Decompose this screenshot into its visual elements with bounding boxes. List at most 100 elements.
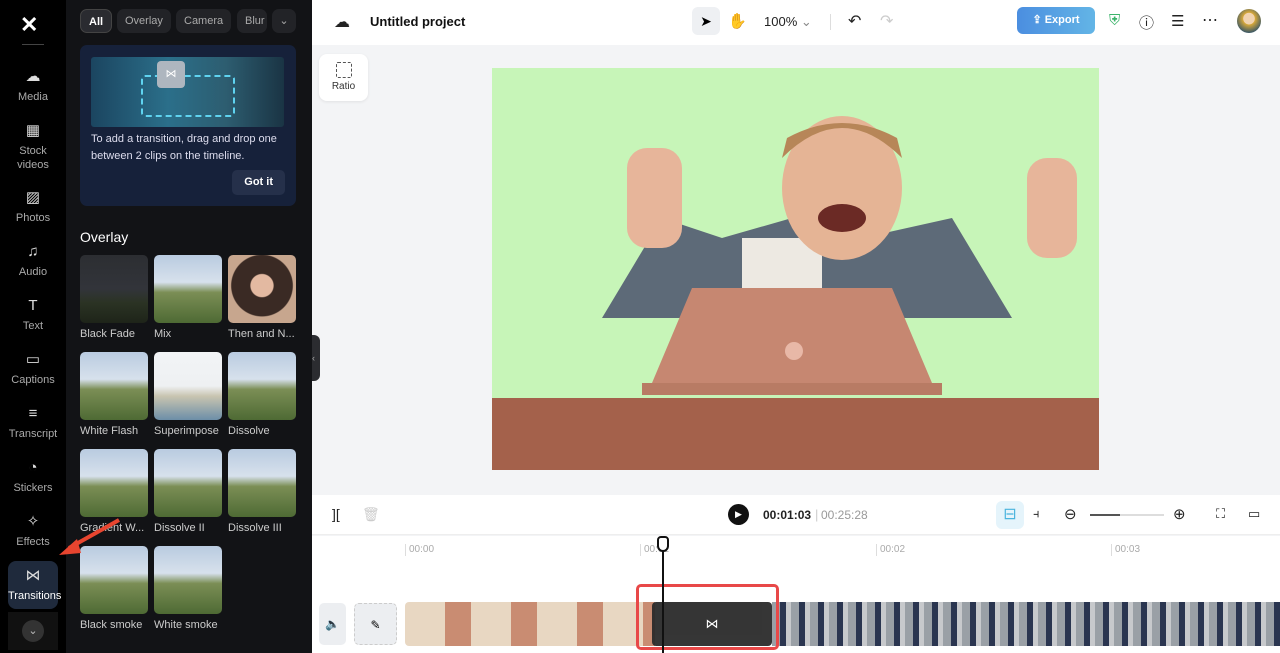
rail-label: Stickers: [13, 482, 53, 494]
cloud-upload-icon: ☁: [25, 68, 41, 85]
text-icon: T: [28, 297, 38, 314]
playhead[interactable]: [662, 538, 664, 653]
chevron-down-icon: ⌄: [279, 15, 289, 27]
rail-label: Stock videos: [17, 145, 49, 171]
rail-item-photos[interactable]: ▨ Photos: [0, 190, 66, 225]
undo-icon[interactable]: ↶: [848, 11, 861, 31]
split-icon[interactable]: ][: [332, 506, 340, 522]
layers-icon[interactable]: ☰: [1171, 12, 1184, 30]
rail-item-stickers[interactable]: ◔ Stickers: [0, 459, 66, 495]
help-icon[interactable]: ⓘ: [1139, 12, 1154, 33]
got-it-button[interactable]: Got it: [232, 170, 285, 195]
chip-camera[interactable]: Camera: [176, 9, 232, 33]
magnet-icon: ⊟: [1003, 506, 1017, 523]
transition-thumbnail: [154, 546, 222, 614]
transition-tile[interactable]: Black Fade: [80, 255, 148, 340]
transition-tile[interactable]: Then and N...: [228, 255, 296, 340]
tick-label: 00:02: [876, 544, 905, 556]
zoom-out-icon[interactable]: ⊖: [1064, 505, 1077, 523]
export-button[interactable]: ⇪ Export: [1017, 7, 1095, 34]
transition-label: White smoke: [154, 619, 218, 631]
cover-edit-button[interactable]: ✎: [354, 603, 397, 645]
transition-thumbnail: [80, 449, 148, 517]
upload-icon: ⇪: [1032, 14, 1042, 26]
transition-tile[interactable]: Mix: [154, 255, 222, 340]
volume-icon: 🔈: [325, 617, 340, 631]
red-arrow-annotation: [59, 518, 120, 555]
highlight-box: [636, 584, 779, 650]
top-bar: ☁ Untitled project ➤ ✋ 100% ⌄ ↶ ↷ ⇪ Expo…: [312, 0, 1280, 45]
rail-item-transcript[interactable]: ≡ Transcript: [0, 406, 66, 441]
more-icon[interactable]: ⋯: [1202, 10, 1218, 30]
chip-blur[interactable]: Blur: [237, 9, 267, 33]
rail-item-transitions[interactable]: ⋈ Transitions: [8, 561, 62, 609]
divider: [22, 44, 44, 45]
rail-label: Photos: [15, 212, 51, 224]
transition-tile[interactable]: White Flash: [80, 352, 148, 437]
rail-label: Effects: [16, 536, 50, 548]
transition-thumbnail: [80, 352, 148, 420]
transition-label: Dissolve: [228, 425, 270, 437]
transition-icon: ⋈: [25, 567, 41, 584]
zoom-slider-fill: [1090, 514, 1120, 516]
ratio-icon: [335, 62, 352, 78]
rail-label: Transcript: [8, 428, 58, 440]
collapse-panel-button[interactable]: ‹: [312, 335, 320, 381]
play-button[interactable]: ▶: [728, 504, 749, 525]
capcut-logo-icon: ✕: [20, 12, 39, 37]
transition-label: Black smoke: [80, 619, 143, 631]
rail-label: Media: [18, 91, 48, 103]
rail-label: Transitions: [8, 590, 62, 602]
transition-label: White Flash: [80, 425, 139, 437]
chips-more-button[interactable]: ⌄: [272, 9, 296, 33]
export-label: Export: [1044, 14, 1080, 26]
timeline-toolbar: ][ 🗑 ▶ 00:01:03 | 00:25:28 ⊟ ⫞ ⊖ ⊕ ⛶ ▭: [312, 495, 1280, 535]
rail-item-stock-videos[interactable]: ▦ Stock videos: [0, 123, 66, 172]
sticker-icon: ◔: [28, 459, 38, 476]
tip-illustration: ⋈: [91, 57, 284, 127]
zoom-slider[interactable]: [1090, 514, 1164, 516]
fullscreen-icon[interactable]: ⛶: [1216, 506, 1225, 522]
avatar[interactable]: [1237, 9, 1261, 33]
select-tool-button[interactable]: ➤: [692, 7, 720, 35]
video-frame: [492, 116, 1099, 470]
ratio-button[interactable]: Ratio: [319, 54, 368, 101]
split-clip-icon[interactable]: ⫞: [1033, 506, 1040, 522]
rail-item-audio[interactable]: ♫ Audio: [0, 244, 66, 279]
video-clip-1[interactable]: [405, 602, 655, 646]
chip-overlay[interactable]: Overlay: [117, 9, 171, 33]
project-title[interactable]: Untitled project: [370, 14, 465, 29]
caption-view-icon[interactable]: ▭: [1248, 506, 1260, 522]
transition-thumbnail: [228, 352, 296, 420]
cursor-icon: ➤: [700, 13, 712, 29]
mute-button[interactable]: 🔈: [319, 603, 346, 645]
shield-icon[interactable]: ⛨: [1109, 12, 1120, 29]
hand-tool-icon[interactable]: ✋: [728, 12, 747, 30]
transition-tile[interactable]: Dissolve III: [228, 449, 296, 534]
transition-tile[interactable]: Superimpose: [154, 352, 222, 437]
rail-item-media[interactable]: ☁ Media: [0, 68, 66, 104]
rail-label: Captions: [11, 374, 55, 386]
rail-item-text[interactable]: T Text: [0, 297, 66, 333]
transition-label: Black Fade: [80, 328, 136, 340]
transition-thumbnail: [228, 449, 296, 517]
snap-button[interactable]: ⊟: [996, 501, 1024, 529]
video-clip-2[interactable]: [772, 602, 1280, 646]
transition-tile[interactable]: White smoke: [154, 546, 222, 631]
rail-label: Text: [22, 320, 44, 332]
chip-all[interactable]: All: [80, 9, 113, 33]
ratio-label: Ratio: [331, 81, 356, 92]
video-preview[interactable]: [492, 68, 1099, 470]
zoom-in-icon[interactable]: ⊕: [1173, 505, 1186, 523]
cloud-save-icon[interactable]: ☁: [334, 12, 350, 32]
chevron-down-icon[interactable]: ⌄: [22, 620, 44, 642]
playhead-handle[interactable]: [657, 536, 669, 552]
rail-item-captions[interactable]: ▭ Captions: [0, 352, 66, 387]
transition-tile[interactable]: Dissolve II: [154, 449, 222, 534]
transition-thumbnail: [80, 255, 148, 323]
zoom-select[interactable]: 100% ⌄: [764, 14, 812, 30]
delete-icon[interactable]: 🗑: [362, 506, 380, 523]
section-title: Overlay: [80, 229, 129, 245]
redo-icon[interactable]: ↷: [880, 11, 893, 31]
transition-tile[interactable]: Dissolve: [228, 352, 296, 437]
